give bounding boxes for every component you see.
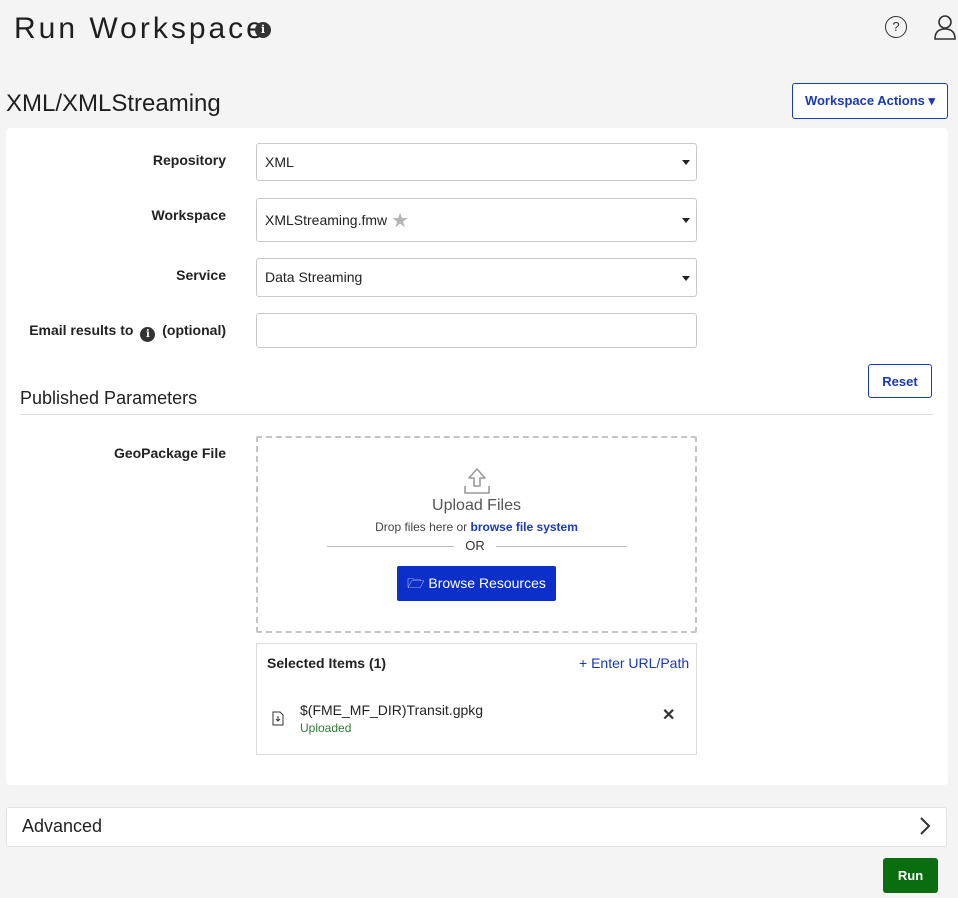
repository-select[interactable]: XML (256, 143, 697, 181)
divider (327, 546, 454, 547)
user-icon[interactable] (934, 14, 958, 40)
list-item: $(FME_MF_DIR)Transit.gpkg (300, 702, 484, 718)
browse-resources-button[interactable]: 🗁 Browse Resources (397, 566, 556, 601)
service-select[interactable]: Data Streaming (256, 258, 697, 297)
info-icon[interactable]: i (140, 327, 156, 342)
drop-files-text: Drop files here or browse file system (256, 520, 697, 534)
published-parameters-heading: Published Parameters (20, 388, 198, 408)
repository-label: Repository (152, 152, 226, 168)
chevron-down-icon (682, 160, 690, 165)
advanced-label: Advanced (22, 816, 103, 836)
selected-items-title: Selected Items (1) (267, 655, 387, 671)
email-label-prefix: Email results to (29, 322, 134, 338)
chevron-down-icon (682, 275, 690, 281)
divider (20, 414, 933, 415)
file-icon (272, 711, 284, 726)
page-title: Run Workspace (14, 12, 266, 45)
enter-url-path-link[interactable]: + Enter URL/Path (579, 655, 689, 671)
drop-prefix: Drop files here or (375, 520, 468, 534)
workspace-select[interactable]: XMLStreaming.fmw ★ (256, 198, 697, 242)
chevron-down-icon (682, 218, 690, 223)
chevron-right-icon[interactable] (918, 816, 932, 836)
divider (496, 546, 627, 547)
close-icon[interactable]: ✕ (662, 705, 675, 725)
advanced-section-toggle[interactable] (6, 807, 947, 847)
workspace-heading: XML/XMLStreaming (6, 90, 221, 117)
geopackage-label: GeoPackage File (113, 445, 226, 461)
or-separator: OR (465, 538, 485, 553)
repository-value: XML (265, 154, 294, 170)
workspace-actions-button[interactable]: Workspace Actions ▾ (792, 83, 948, 119)
upload-icon (464, 468, 490, 494)
email-label-suffix: (optional) (162, 322, 226, 338)
help-circle-icon[interactable]: ? (885, 16, 907, 38)
workspace-value: XMLStreaming.fmw (265, 212, 388, 228)
service-label: Service (176, 267, 226, 283)
star-icon[interactable]: ★ (391, 200, 409, 242)
email-field[interactable] (256, 313, 697, 348)
service-value: Data Streaming (265, 269, 363, 285)
workspace-label: Workspace (151, 207, 226, 223)
info-icon[interactable]: i (255, 22, 271, 38)
status-badge: Uploaded (300, 721, 352, 735)
email-label: Email results to i (optional) (20, 322, 226, 342)
upload-files-title: Upload Files (432, 497, 521, 514)
run-button[interactable]: Run (883, 858, 938, 893)
browse-file-system-link[interactable]: browse file system (471, 520, 578, 534)
reset-button[interactable]: Reset (868, 364, 932, 398)
